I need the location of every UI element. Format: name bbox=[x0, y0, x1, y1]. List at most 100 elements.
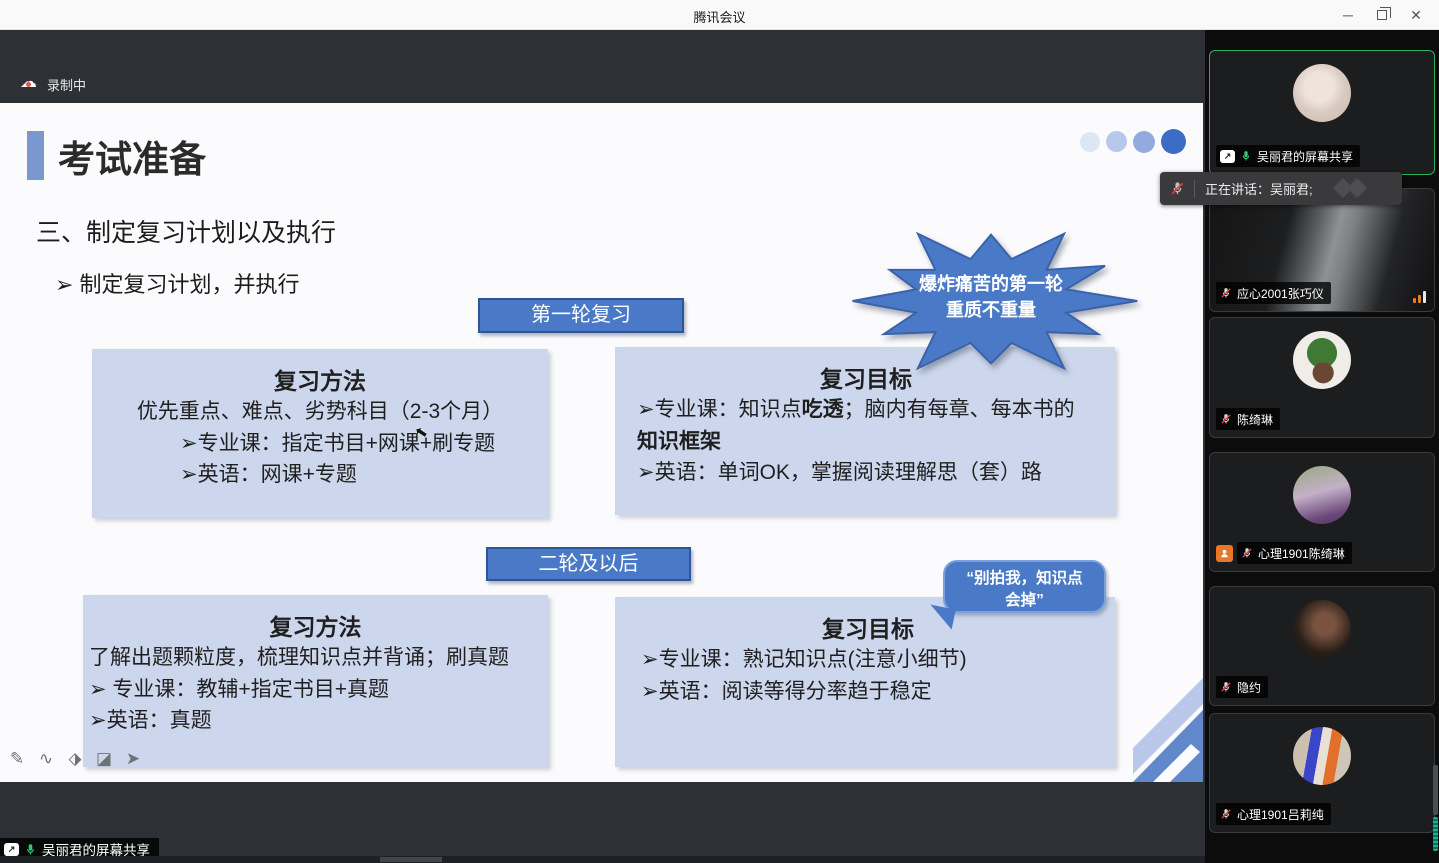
mic-on-icon bbox=[1240, 149, 1252, 163]
target-seg1-bold: 吃透 bbox=[802, 398, 844, 421]
participant-tile-xinli1901chenqilin[interactable]: 心理1901陈绮琳 bbox=[1209, 452, 1435, 572]
window-titlebar: 腾讯会议 ─ ✕ bbox=[0, 0, 1439, 30]
slide-title: 考试准备 bbox=[58, 129, 206, 183]
explosion-callout: 爆炸痛苦的第一轮 重质不重量 bbox=[843, 223, 1139, 379]
participant-name-pill: 隐约 bbox=[1216, 676, 1268, 698]
participant-name: 吴丽君的屏幕共享 bbox=[1257, 148, 1353, 165]
round1-tag: 第一轮复习 bbox=[478, 298, 684, 333]
decorative-dots bbox=[1080, 129, 1186, 154]
curve-icon[interactable]: ∿ bbox=[37, 749, 55, 769]
screen-share-icon: ↗ bbox=[1220, 150, 1235, 163]
explosion-text: 爆炸痛苦的第一轮 重质不重量 bbox=[843, 271, 1139, 323]
cloud-recording-icon bbox=[20, 78, 38, 91]
round2-method-line1: 了解出题颗粒度，梳理知识点并背诵；刷真题 bbox=[89, 642, 542, 674]
round2-target-box: 复习目标 ➢专业课：熟记知识点(注意小细节) ➢英语：阅读等得分率趋于稳定 bbox=[615, 597, 1115, 767]
speech-bubble: “别拍我，知识点 会掉” bbox=[943, 560, 1106, 613]
participants-sidebar: ↗ 吴丽君的屏幕共享 应心2001张巧仪 bbox=[1205, 30, 1439, 863]
speaking-toast-text: 正在讲话：吴丽君; bbox=[1205, 179, 1313, 198]
recording-label: 录制中 bbox=[47, 75, 86, 94]
annotation-toolbar: ✎ ∿ ⬗ ◪ ➤ bbox=[8, 749, 142, 769]
avatar bbox=[1293, 727, 1351, 785]
round1-method-line1: 优先重点、难点、劣势科目（2-3个月） bbox=[92, 396, 548, 428]
screen-share-icon: ↗ bbox=[4, 843, 19, 856]
dot-2 bbox=[1106, 131, 1127, 152]
round2-method-line2: ➢ 专业课：教辅+指定书目+真题 bbox=[89, 674, 542, 706]
participant-tile-chenqilin[interactable]: 陈绮琳 bbox=[1209, 317, 1435, 438]
speech-bubble-line1: “别拍我，知识点 bbox=[945, 568, 1104, 590]
network-signal-icon bbox=[1413, 291, 1426, 303]
mic-muted-icon bbox=[1170, 181, 1185, 196]
explosion-line2: 重质不重量 bbox=[843, 297, 1139, 323]
close-button[interactable]: ✕ bbox=[1399, 0, 1433, 30]
round1-method-line2: ➢专业课：指定书目+网课+刷专题 bbox=[180, 428, 548, 460]
participant-tile-zhangqiaoyi[interactable]: 应心2001张巧仪 bbox=[1209, 188, 1435, 312]
select-arrow-icon[interactable]: ➤ bbox=[124, 749, 142, 769]
round2-method-title: 复习方法 bbox=[89, 608, 542, 642]
participant-name-pill: 心理1901吕莉纯 bbox=[1216, 803, 1331, 825]
avatar bbox=[1293, 331, 1351, 389]
participant-name: 心理1901吕莉纯 bbox=[1237, 806, 1324, 823]
round1-method-title: 复习方法 bbox=[92, 362, 548, 396]
pen-icon[interactable]: ✎ bbox=[8, 749, 26, 769]
speaking-toast: 正在讲话：吴丽君; bbox=[1160, 172, 1402, 205]
participant-name: 应心2001张巧仪 bbox=[1237, 285, 1324, 302]
target-seg2-bold: 知识框架 bbox=[637, 430, 721, 453]
mic-muted-icon bbox=[1241, 546, 1253, 560]
bottom-strip-segment bbox=[380, 857, 442, 862]
participant-name-pill: 心理1901陈绮琳 bbox=[1237, 542, 1352, 564]
section-heading: 三、制定复习计划以及执行 bbox=[36, 213, 336, 249]
mic-muted-icon bbox=[1220, 807, 1232, 821]
sidebar-scrollbar-accent[interactable] bbox=[1433, 817, 1438, 851]
round2-target-line1: ➢专业课：熟记知识点(注意小细节) bbox=[641, 644, 1095, 676]
target-seg1: ➢专业课：知识点 bbox=[637, 398, 802, 421]
participant-name-pill: 陈绮琳 bbox=[1216, 408, 1280, 430]
mic-muted-icon bbox=[1220, 412, 1232, 426]
shared-slide: 考试准备 三、制定复习计划以及执行 ➢ 制定复习计划，并执行 第一轮复习 复习方… bbox=[0, 103, 1203, 782]
restore-icon bbox=[1377, 10, 1387, 20]
round1-method-box: 复习方法 优先重点、难点、劣势科目（2-3个月） ➢专业课：指定书目+网课+刷专… bbox=[92, 349, 548, 518]
watermark-logo bbox=[1334, 178, 1374, 198]
speech-bubble-line2: 会掉” bbox=[945, 590, 1104, 612]
round2-method-line3: ➢英语：真题 bbox=[89, 705, 542, 737]
mic-muted-icon bbox=[1220, 680, 1232, 694]
host-badge-icon bbox=[1216, 545, 1233, 562]
participant-name: 心理1901陈绮琳 bbox=[1258, 545, 1345, 562]
mic-on-icon bbox=[24, 842, 37, 857]
round1-target-line1: ➢专业课：知识点吃透；脑内有每章、每本书的知识框架 bbox=[637, 394, 1095, 457]
participant-name: 陈绮琳 bbox=[1237, 411, 1273, 428]
mic-muted-icon bbox=[1220, 286, 1232, 300]
dot-1 bbox=[1080, 132, 1100, 152]
participant-tile-yinyue[interactable]: 隐约 bbox=[1209, 586, 1435, 706]
recording-indicator: 录制中 bbox=[20, 75, 86, 94]
avatar bbox=[1293, 600, 1351, 658]
target-seg2: ；脑内有每章、每本书的 bbox=[844, 398, 1075, 421]
restore-button[interactable] bbox=[1365, 0, 1399, 30]
screen-share-stage: 录制中 考试准备 三、制定复习计划以及执行 ➢ 制定复习计划，并执行 第一轮复习… bbox=[0, 30, 1205, 863]
corner-decoration bbox=[1133, 630, 1203, 782]
section-bullet: ➢ 制定复习计划，并执行 bbox=[55, 267, 300, 299]
round2-target-line2: ➢英语：阅读等得分率趋于稳定 bbox=[641, 676, 1095, 708]
explosion-line1: 爆炸痛苦的第一轮 bbox=[843, 271, 1139, 297]
participant-name-pill: 应心2001张巧仪 bbox=[1216, 282, 1331, 304]
highlighter-icon[interactable]: ⬗ bbox=[66, 749, 84, 769]
round2-target-title: 复习目标 bbox=[641, 610, 1095, 644]
bottom-strip bbox=[0, 856, 1205, 863]
eraser-icon[interactable]: ◪ bbox=[95, 749, 113, 769]
window-title: 腾讯会议 bbox=[0, 7, 1439, 26]
minimize-button[interactable]: ─ bbox=[1331, 0, 1365, 30]
dot-4 bbox=[1161, 129, 1186, 154]
round1-target-line2: ➢英语：单词OK，掌握阅读理解思（套）路 bbox=[637, 457, 1095, 489]
toast-divider bbox=[1194, 180, 1195, 198]
avatar bbox=[1293, 64, 1351, 122]
round2-tag: 二轮及以后 bbox=[486, 547, 691, 581]
title-accent-bar bbox=[27, 131, 44, 180]
participant-tile-wulijun-share[interactable]: ↗ 吴丽君的屏幕共享 bbox=[1209, 50, 1435, 175]
participant-name-pill: ↗ 吴丽君的屏幕共享 bbox=[1216, 145, 1360, 167]
dot-3 bbox=[1133, 131, 1155, 153]
participant-tile-lvlichun[interactable]: 心理1901吕莉纯 bbox=[1209, 713, 1435, 833]
participant-name: 隐约 bbox=[1237, 679, 1261, 696]
round2-method-box: 复习方法 了解出题颗粒度，梳理知识点并背诵；刷真题 ➢ 专业课：教辅+指定书目+… bbox=[83, 595, 548, 767]
round1-method-line3: ➢英语：网课+专题 bbox=[180, 459, 548, 491]
sidebar-scrollbar[interactable] bbox=[1433, 765, 1438, 815]
avatar bbox=[1293, 466, 1351, 524]
